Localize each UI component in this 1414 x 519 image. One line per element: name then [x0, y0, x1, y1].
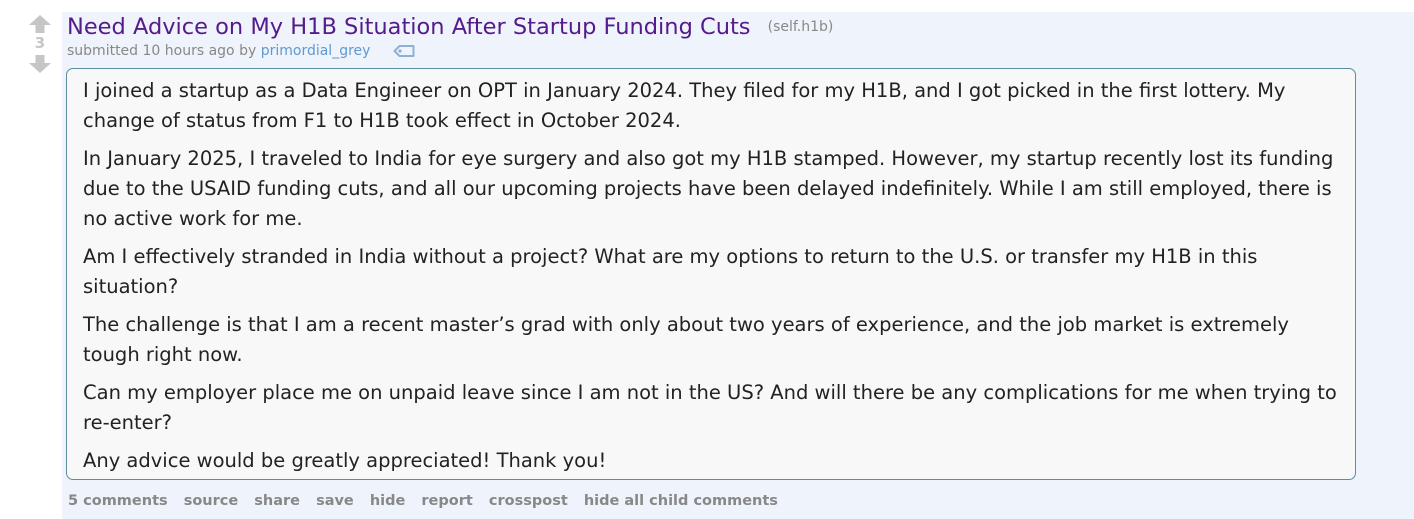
crosspost-link[interactable]: crosspost: [489, 493, 568, 509]
share-link[interactable]: share: [254, 493, 300, 509]
body-paragraph: In January 2025, I traveled to India for…: [83, 147, 1334, 230]
hide-child-comments-link[interactable]: hide all child comments: [584, 493, 778, 509]
score: 3: [34, 34, 46, 52]
body-paragraph: Am I effectively stranded in India witho…: [83, 245, 1258, 298]
post-title[interactable]: Need Advice on My H1B Situation After St…: [67, 14, 751, 40]
vote-column: 3: [26, 14, 54, 74]
hide-link[interactable]: hide: [370, 493, 406, 509]
body-paragraph: I joined a startup as a Data Engineer on…: [83, 79, 1286, 132]
comments-link[interactable]: 5 comments: [68, 493, 168, 509]
post-actions: 5 comments source share save hide report…: [68, 493, 789, 509]
post-entry: Need Advice on My H1B Situation After St…: [62, 12, 1414, 519]
tag-icon[interactable]: [393, 44, 415, 58]
title-line: Need Advice on My H1B Situation After St…: [67, 14, 833, 40]
post-domain[interactable]: (self.h1b): [768, 19, 834, 35]
submitted-text: submitted 10 hours ago by: [67, 43, 257, 59]
body-paragraph: Can my employer place me on unpaid leave…: [83, 381, 1337, 434]
body-paragraph: The challenge is that I am a recent mast…: [83, 313, 1289, 366]
source-link[interactable]: source: [184, 493, 239, 509]
upvote-arrow-icon[interactable]: [28, 14, 52, 34]
body-paragraph: Any advice would be greatly appreciated!…: [83, 449, 607, 472]
report-link[interactable]: report: [421, 493, 472, 509]
downvote-arrow-icon[interactable]: [28, 54, 52, 74]
save-link[interactable]: save: [316, 493, 354, 509]
post-body: I joined a startup as a Data Engineer on…: [66, 68, 1356, 480]
tagline: submitted 10 hours ago by primordial_gre…: [67, 43, 415, 59]
author-link[interactable]: primordial_grey: [261, 43, 371, 59]
